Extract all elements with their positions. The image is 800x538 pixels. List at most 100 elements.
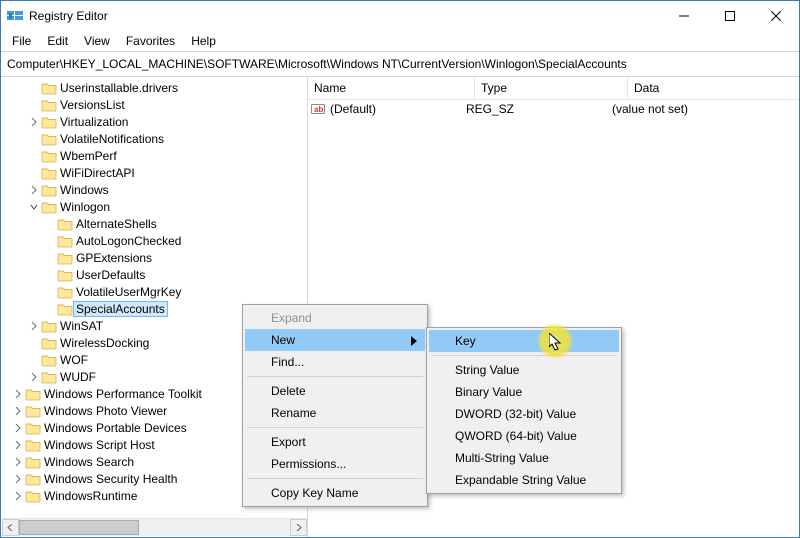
cursor-icon [549, 333, 563, 356]
titlebar[interactable]: Registry Editor [1, 1, 799, 31]
sub-string-value[interactable]: String Value [429, 359, 619, 381]
expand-icon[interactable] [27, 322, 41, 330]
tree-node[interactable]: Winlogon [1, 198, 307, 215]
tree-node-label: WUDF [60, 370, 96, 384]
expand-icon[interactable] [11, 390, 25, 398]
ctx-permissions[interactable]: Permissions... [245, 453, 425, 475]
expand-icon[interactable] [11, 424, 25, 432]
tree-node-label: AutoLogonChecked [76, 234, 181, 248]
scroll-left-button[interactable] [2, 519, 19, 536]
tree-node[interactable]: VolatileUserMgrKey [1, 283, 307, 300]
ctx-separator [247, 427, 423, 428]
ctx-delete[interactable]: Delete [245, 380, 425, 402]
expand-icon[interactable] [11, 475, 25, 483]
value-name: (Default) [330, 102, 466, 116]
folder-icon [41, 336, 57, 350]
address-path: Computer\HKEY_LOCAL_MACHINE\SOFTWARE\Mic… [7, 57, 627, 71]
menu-help[interactable]: Help [184, 33, 223, 49]
address-bar[interactable]: Computer\HKEY_LOCAL_MACHINE\SOFTWARE\Mic… [1, 51, 799, 77]
folder-icon [41, 370, 57, 384]
col-data[interactable]: Data [628, 77, 799, 99]
folder-icon [57, 234, 73, 248]
expand-icon[interactable] [11, 492, 25, 500]
tree-node-label: GPExtensions [76, 251, 152, 265]
list-header: Name Type Data [308, 77, 799, 100]
ctx-separator [247, 478, 423, 479]
tree-node[interactable]: Userinstallable.drivers [1, 79, 307, 96]
folder-icon [41, 200, 57, 214]
tree-node[interactable]: Virtualization [1, 113, 307, 130]
sub-binary-value[interactable]: Binary Value [429, 381, 619, 403]
ctx-copy-key-name[interactable]: Copy Key Name [245, 482, 425, 504]
sub-expandable-string-value[interactable]: Expandable String Value [429, 469, 619, 491]
folder-icon [25, 421, 41, 435]
tree-node-label: WOF [60, 353, 88, 367]
tree-node-label: Virtualization [60, 115, 128, 129]
close-button[interactable] [753, 1, 799, 31]
scroll-right-button[interactable] [290, 519, 307, 536]
folder-icon [25, 455, 41, 469]
folder-icon [57, 251, 73, 265]
expand-collapse-icon[interactable] [27, 203, 41, 211]
tree-node-label: WirelessDocking [60, 336, 149, 350]
ctx-find[interactable]: Find... [245, 351, 425, 373]
ctx-separator [247, 376, 423, 377]
tree-node[interactable]: WbemPerf [1, 147, 307, 164]
tree-node-label: Windows [60, 183, 109, 197]
expand-icon[interactable] [11, 441, 25, 449]
menu-favorites[interactable]: Favorites [119, 33, 182, 49]
scroll-track[interactable] [19, 519, 290, 536]
tree-node[interactable]: WiFiDirectAPI [1, 164, 307, 181]
tree-node-label: AlternateShells [76, 217, 157, 231]
ctx-export[interactable]: Export [245, 431, 425, 453]
menu-edit[interactable]: Edit [40, 33, 75, 49]
expand-icon[interactable] [27, 118, 41, 126]
col-type[interactable]: Type [475, 77, 628, 99]
value-type: REG_SZ [466, 102, 612, 116]
folder-icon [57, 302, 73, 316]
expand-icon[interactable] [27, 186, 41, 194]
ctx-new[interactable]: New [245, 329, 425, 351]
sub-dword-value[interactable]: DWORD (32-bit) Value [429, 403, 619, 425]
folder-icon [41, 166, 57, 180]
maximize-button[interactable] [707, 1, 753, 31]
tree-node[interactable]: VersionsList [1, 96, 307, 113]
menu-view[interactable]: View [77, 33, 117, 49]
expand-icon[interactable] [11, 407, 25, 415]
tree-node[interactable]: VolatileNotifications [1, 130, 307, 147]
tree-node[interactable]: AutoLogonChecked [1, 232, 307, 249]
ctx-rename[interactable]: Rename [245, 402, 425, 424]
folder-icon [57, 268, 73, 282]
menu-file[interactable]: File [5, 33, 38, 49]
tree-node-label: WindowsRuntime [44, 489, 137, 503]
folder-icon [25, 489, 41, 503]
ctx-expand: Expand [245, 307, 425, 329]
col-name[interactable]: Name [308, 77, 475, 99]
expand-icon[interactable] [11, 458, 25, 466]
tree-node-label: UserDefaults [76, 268, 145, 282]
sub-multi-string-value[interactable]: Multi-String Value [429, 447, 619, 469]
folder-icon [41, 353, 57, 367]
tree-horizontal-scrollbar[interactable] [2, 518, 307, 536]
folder-icon [41, 319, 57, 333]
minimize-button[interactable] [661, 1, 707, 31]
context-submenu-new: Key String Value Binary Value DWORD (32-… [426, 327, 622, 494]
list-row[interactable]: ab (Default) REG_SZ (value not set) [308, 100, 799, 118]
folder-icon [57, 217, 73, 231]
tree-node-label: Windows Portable Devices [44, 421, 187, 435]
folder-icon [41, 81, 57, 95]
ctx-separator [431, 355, 617, 356]
tree-node[interactable]: UserDefaults [1, 266, 307, 283]
folder-icon [25, 438, 41, 452]
tree-node[interactable]: GPExtensions [1, 249, 307, 266]
tree-node[interactable]: AlternateShells [1, 215, 307, 232]
tree-node[interactable]: Windows [1, 181, 307, 198]
tree-node-label: WinSAT [60, 319, 103, 333]
scroll-thumb[interactable] [19, 520, 139, 535]
tree-node-label: Windows Script Host [44, 438, 155, 452]
sub-qword-value[interactable]: QWORD (64-bit) Value [429, 425, 619, 447]
expand-icon[interactable] [27, 373, 41, 381]
tree-node-label: Windows Performance Toolkit [44, 387, 202, 401]
sub-key[interactable]: Key [429, 330, 619, 352]
tree-node-label: WiFiDirectAPI [60, 166, 135, 180]
